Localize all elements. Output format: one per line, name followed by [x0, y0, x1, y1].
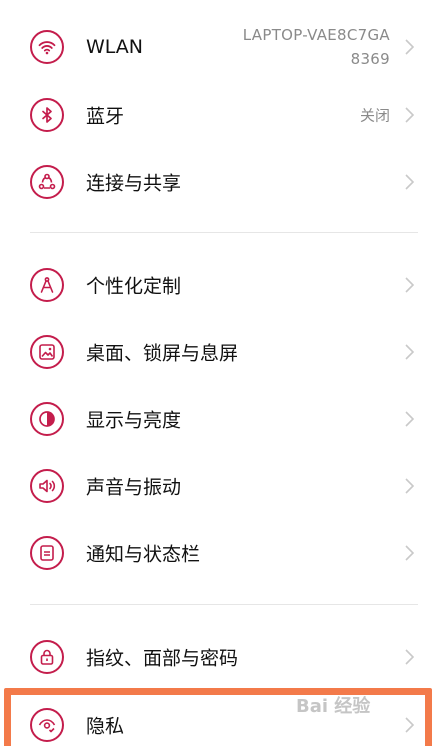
- settings-item-sound[interactable]: 声音与振动: [0, 453, 438, 519]
- settings-screen: WLAN LAPTOP-VAE8C7GA 8369 蓝牙 关闭 连接与共享 个性…: [0, 0, 438, 746]
- sound-icon: [30, 469, 64, 503]
- fingerprint-password-label: 指纹、面部与密码: [86, 647, 239, 670]
- chevron-right-icon: [405, 39, 415, 55]
- chevron-right-icon: [405, 107, 415, 123]
- chevron-right-icon: [405, 344, 415, 360]
- personalize-icon: [30, 268, 64, 302]
- personalize-label: 个性化定制: [86, 275, 182, 298]
- bluetooth-label: 蓝牙: [86, 105, 125, 128]
- connection-share-label: 连接与共享: [86, 172, 182, 195]
- chevron-right-icon: [405, 649, 415, 665]
- settings-item-brightness[interactable]: 显示与亮度: [0, 386, 438, 452]
- settings-item-fingerprint-password[interactable]: 指纹、面部与密码: [0, 624, 438, 690]
- wlan-network-name: LAPTOP-VAE8C7GA 8369: [243, 23, 390, 71]
- notification-label: 通知与状态栏: [86, 543, 201, 566]
- wlan-label: WLAN: [86, 36, 144, 58]
- section-divider: [30, 604, 418, 605]
- section-divider: [30, 232, 418, 233]
- chevron-right-icon: [405, 277, 415, 293]
- wallpaper-icon: [30, 335, 64, 369]
- brightness-label: 显示与亮度: [86, 409, 182, 432]
- connection-share-icon: [30, 165, 64, 199]
- brightness-icon: [30, 402, 64, 436]
- chevron-right-icon: [405, 411, 415, 427]
- lock-icon: [30, 640, 64, 674]
- bluetooth-icon: [30, 98, 64, 132]
- settings-item-wlan[interactable]: WLAN LAPTOP-VAE8C7GA 8369: [0, 14, 438, 80]
- settings-item-connection-share[interactable]: 连接与共享: [0, 149, 438, 215]
- settings-item-wallpaper[interactable]: 桌面、锁屏与息屏: [0, 319, 438, 385]
- chevron-right-icon: [405, 478, 415, 494]
- wifi-icon: [30, 30, 64, 64]
- bluetooth-status: 关闭: [359, 106, 390, 125]
- sound-label: 声音与振动: [86, 476, 182, 499]
- baidu-watermark: Bai 经验: [296, 696, 371, 717]
- settings-item-notification[interactable]: 通知与状态栏: [0, 520, 438, 586]
- wlan-value-line2: 8369: [350, 50, 390, 68]
- wlan-value-line1: LAPTOP-VAE8C7GA: [242, 26, 390, 44]
- settings-item-personalize[interactable]: 个性化定制: [0, 252, 438, 318]
- notification-icon: [30, 536, 64, 570]
- chevron-right-icon: [405, 174, 415, 190]
- settings-item-bluetooth[interactable]: 蓝牙 关闭: [0, 82, 438, 148]
- chevron-right-icon: [405, 545, 415, 561]
- wallpaper-label: 桌面、锁屏与息屏: [86, 342, 239, 365]
